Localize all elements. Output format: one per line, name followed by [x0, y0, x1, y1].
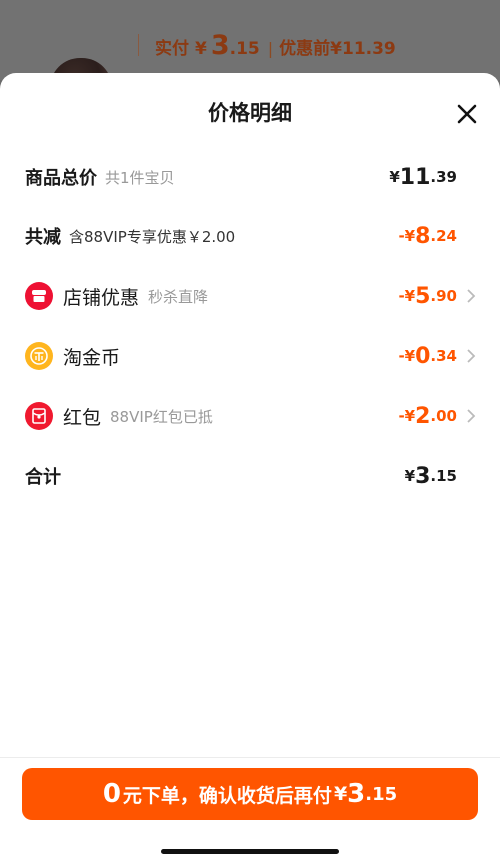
- goods-total-row: 商品总价 共1件宝贝 ¥11.39: [0, 157, 500, 197]
- amount-int: 2: [415, 403, 431, 429]
- paid-separator: |: [267, 39, 274, 58]
- page-backdrop[interactable]: 实付 ¥ 3 .15 | 优惠前¥11.39: [0, 0, 500, 88]
- chevron-right-icon: [467, 289, 476, 303]
- paid-amount-int: 3: [210, 30, 230, 61]
- amount-dec: .00: [430, 407, 457, 425]
- currency: ¥: [404, 467, 416, 485]
- close-icon: [457, 104, 477, 124]
- total-reduction-amount: -¥ 8.24: [398, 216, 457, 256]
- taojinbi-label: 淘金币: [63, 346, 121, 369]
- taojinbi-row[interactable]: 淘金币 -¥ 0.34: [0, 336, 500, 376]
- confirm-currency: ¥: [333, 783, 348, 805]
- confirm-text: 元下单，确认收货后再付: [122, 784, 332, 807]
- confirm-amount-dec: .15: [365, 783, 398, 805]
- paid-label: 实付: [155, 39, 189, 59]
- currency: -¥: [398, 287, 416, 305]
- paid-amount-dec: .15: [229, 39, 260, 59]
- close-button[interactable]: [456, 103, 478, 125]
- pre-discount-price: 优惠前¥11.39: [279, 39, 396, 59]
- paid-currency: ¥: [195, 39, 207, 59]
- currency: -¥: [398, 347, 416, 365]
- backdrop-divider: [138, 34, 139, 56]
- amount-dec: .34: [430, 347, 457, 365]
- confirm-order-button[interactable]: 0 元下单，确认收货后再付 ¥ 3 .15: [22, 768, 478, 820]
- chevron-right-icon: [467, 409, 476, 423]
- taojinbi-amount: -¥ 0.34: [398, 336, 457, 376]
- shop-discount-amount: -¥ 5.90: [398, 276, 457, 316]
- amount-dec: .15: [430, 467, 457, 485]
- shop-discount-row[interactable]: 店铺优惠 秒杀直降 -¥ 5.90: [0, 276, 500, 316]
- amount-int: 8: [415, 223, 431, 249]
- amount-int: 3: [415, 463, 431, 489]
- amount-dec: .24: [430, 227, 457, 245]
- sum-amount: ¥3.15: [405, 456, 457, 496]
- red-packet-amount: -¥ 2.00: [398, 396, 457, 436]
- total-reduction-label: 共减: [25, 227, 61, 248]
- sheet-title: 价格明细: [208, 101, 292, 125]
- goods-total-amount: ¥11.39: [389, 157, 457, 197]
- red-packet-note: 88VIP红包已抵: [110, 407, 213, 426]
- bottom-action-bar: 0 元下单，确认收货后再付 ¥ 3 .15: [0, 757, 500, 863]
- red-packet-label: 红包: [63, 406, 102, 429]
- vip-discount-note: 含88VIP专享优惠￥2.00: [69, 227, 236, 246]
- sum-row: 合计 ¥3.15: [0, 456, 500, 496]
- total-reduction-row: 共减 含88VIP专享优惠￥2.00 -¥ 8.24: [0, 216, 500, 256]
- home-indicator: [161, 849, 339, 854]
- currency: -¥: [398, 407, 416, 425]
- red-packet-row[interactable]: 红包 88VIP红包已抵 -¥ 2.00: [0, 396, 500, 436]
- shop-discount-note: 秒杀直降: [148, 287, 209, 306]
- coin-icon: [25, 342, 53, 370]
- amount-dec: .90: [430, 287, 457, 305]
- sum-label: 合计: [25, 467, 61, 488]
- amount-dec: .39: [430, 168, 457, 186]
- price-detail-sheet: 价格明细 商品总价 共1件宝贝 ¥11.39 共减 含88VIP专享优惠￥2.0…: [0, 73, 500, 863]
- goods-total-label: 商品总价: [25, 168, 97, 189]
- red-packet-icon: [25, 402, 53, 430]
- amount-int: 5: [415, 283, 431, 309]
- shop-discount-label: 店铺优惠: [63, 286, 140, 309]
- amount-int: 0: [415, 343, 431, 369]
- confirm-amount-int: 3: [347, 779, 366, 809]
- chevron-right-icon: [467, 349, 476, 363]
- goods-count: 共1件宝贝: [105, 168, 175, 187]
- paid-summary: 实付 ¥ 3 .15 | 优惠前¥11.39: [155, 30, 396, 61]
- confirm-zero: 0: [102, 779, 121, 809]
- amount-int: 11: [399, 164, 431, 190]
- shop-icon: [25, 282, 53, 310]
- currency: -¥: [398, 227, 416, 245]
- currency: ¥: [389, 168, 400, 186]
